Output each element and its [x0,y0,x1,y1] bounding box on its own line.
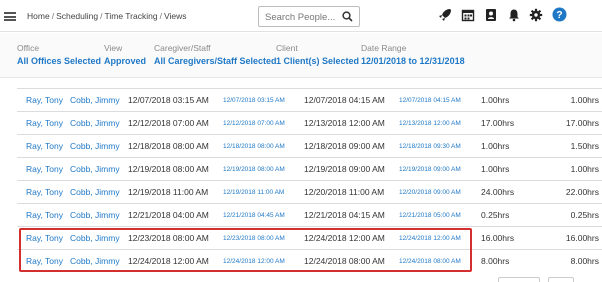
top-bar: Home / Scheduling / Time Tracking / Views Sear… [0,0,602,32]
scheduled-end: 12/21/2018 04:15 AM [304,210,385,220]
scheduled-end: 12/13/2018 12:00 AM [304,118,385,128]
scheduled-hours: 1.00hrs [481,95,510,105]
breadcrumb: Home / Scheduling / Time Tracking / Views [27,11,187,21]
scheduled-hours: 1.00hrs [481,141,510,151]
pagination-button[interactable] [548,277,574,282]
caregiver-link[interactable]: Cobb, Jimmy [70,187,120,197]
actual-start[interactable]: 12/19/2018 11:00 AM [223,189,284,196]
actual-hours: 0.25hrs [570,210,599,220]
client-link[interactable]: Ray, Tony [26,118,63,128]
filter-view[interactable]: View Approved [104,43,146,66]
scheduled-start: 12/21/2018 04:00 AM [128,210,209,220]
client-link[interactable]: Ray, Tony [26,141,63,151]
filter-value[interactable]: Approved [104,56,146,66]
client-link[interactable]: Ray, Tony [26,210,63,220]
filter-caregiver[interactable]: Caregiver/Staff All Caregivers/Staff Sel… [154,43,277,66]
filter-label: Client [276,43,298,53]
caregiver-link[interactable]: Cobb, Jimmy [70,210,120,220]
actual-start[interactable]: 12/07/2018 03:15 AM [223,97,285,104]
scheduled-hours: 17.00hrs [481,118,515,128]
scheduled-hours: 1.00hrs [481,164,510,174]
filter-label: Office [17,43,40,53]
breadcrumb-views: Views [163,11,187,21]
svg-text:?: ? [556,9,562,21]
menu-icon[interactable] [4,12,16,21]
client-link[interactable]: Ray, Tony [26,187,63,197]
actual-end[interactable]: 12/13/2018 12:00 AM [399,120,461,127]
breadcrumb-home[interactable]: Home [27,11,50,21]
scheduled-hours: 8.00hrs [481,256,510,266]
search-placeholder: Search People... [265,12,336,23]
filter-label: Date Range [361,43,407,53]
filter-value[interactable]: 1 Client(s) Selected [276,56,359,66]
caregiver-link[interactable]: Cobb, Jimmy [70,141,120,151]
actual-hours: 1.50hrs [570,141,599,151]
filter-bar: Office All Offices Selected View Approve… [0,33,602,78]
scheduled-hours: 0.25hrs [481,210,510,220]
actual-start[interactable]: 12/21/2018 04:45 AM [223,212,285,219]
scheduled-start: 12/19/2018 11:00 AM [128,187,209,197]
highlight-box [19,228,472,272]
help-icon[interactable]: ? [552,7,567,22]
actual-hours: 22.00hrs [565,187,599,197]
breadcrumb-scheduling[interactable]: Scheduling [56,11,98,21]
actual-end[interactable]: 12/07/2018 04:15 AM [399,97,461,104]
actual-start[interactable]: 12/18/2018 08:00 AM [223,143,285,150]
search-input[interactable]: Search People... [258,6,360,27]
filter-office[interactable]: Office All Offices Selected [17,43,101,66]
gear-icon[interactable] [529,8,543,22]
client-link[interactable]: Ray, Tony [26,95,63,105]
table-row[interactable]: Ray, Tony Cobb, Jimmy 12/21/2018 04:00 A… [17,203,602,226]
scheduled-end: 12/20/2018 11:00 AM [304,187,385,197]
table-row[interactable]: Ray, Tony Cobb, Jimmy 12/19/2018 08:00 A… [17,157,602,180]
filter-label: View [104,43,123,53]
filter-value[interactable]: All Caregivers/Staff Selected [154,56,277,66]
search-icon[interactable] [342,11,353,22]
table-row[interactable]: Ray, Tony Cobb, Jimmy 12/19/2018 11:00 A… [17,180,602,203]
actual-hours: 8.00hrs [570,256,599,266]
filter-value[interactable]: 12/01/2018 to 12/31/2018 [361,56,465,66]
client-link[interactable]: Ray, Tony [26,164,63,174]
rocket-icon[interactable] [438,8,452,22]
scheduled-hours: 24.00hrs [481,187,515,197]
actual-hours: 16.00hrs [565,233,599,243]
table-row[interactable]: Ray, Tony Cobb, Jimmy 12/07/2018 03:15 A… [17,88,602,111]
table-footer [0,274,602,282]
table-row[interactable]: Ray, Tony Cobb, Jimmy 12/12/2018 07:00 A… [17,111,602,134]
scheduled-end: 12/18/2018 09:00 AM [304,141,385,151]
filter-date-range[interactable]: Date Range 12/01/2018 to 12/31/2018 [361,43,465,66]
actual-end[interactable]: 12/18/2018 09:30 AM [399,143,461,150]
actual-end[interactable]: 12/21/2018 05:00 AM [399,212,461,219]
scheduled-end: 12/07/2018 04:15 AM [304,95,385,105]
filter-client[interactable]: Client 1 Client(s) Selected [276,43,359,66]
caregiver-link[interactable]: Cobb, Jimmy [70,164,120,174]
table-row[interactable]: Ray, Tony Cobb, Jimmy 12/18/2018 08:00 A… [17,134,602,157]
actual-start[interactable]: 12/12/2018 07:00 AM [223,120,285,127]
actual-start[interactable]: 12/19/2018 08:00 AM [223,166,285,173]
scheduled-start: 12/07/2018 03:15 AM [128,95,209,105]
scheduled-end: 12/19/2018 09:00 AM [304,164,385,174]
filter-label: Caregiver/Staff [154,43,211,53]
bell-icon[interactable] [507,8,521,22]
scheduled-hours: 16.00hrs [481,233,515,243]
scheduled-start: 12/12/2018 07:00 AM [128,118,209,128]
filter-value[interactable]: All Offices Selected [17,56,101,66]
breadcrumb-time-tracking[interactable]: Time Tracking [105,11,158,21]
contact-book-icon[interactable] [484,8,498,22]
actual-end[interactable]: 12/20/2018 09:00 AM [399,189,461,196]
actual-hours: 17.00hrs [565,118,599,128]
calendar-icon[interactable] [461,8,475,22]
caregiver-link[interactable]: Cobb, Jimmy [70,95,120,105]
actual-hours: 1.00hrs [570,95,599,105]
actual-hours: 1.00hrs [570,164,599,174]
scheduled-start: 12/18/2018 08:00 AM [128,141,209,151]
scheduled-start: 12/19/2018 08:00 AM [128,164,209,174]
actual-end[interactable]: 12/19/2018 09:00 AM [399,166,461,173]
pagination-button[interactable] [498,277,540,282]
caregiver-link[interactable]: Cobb, Jimmy [70,118,120,128]
